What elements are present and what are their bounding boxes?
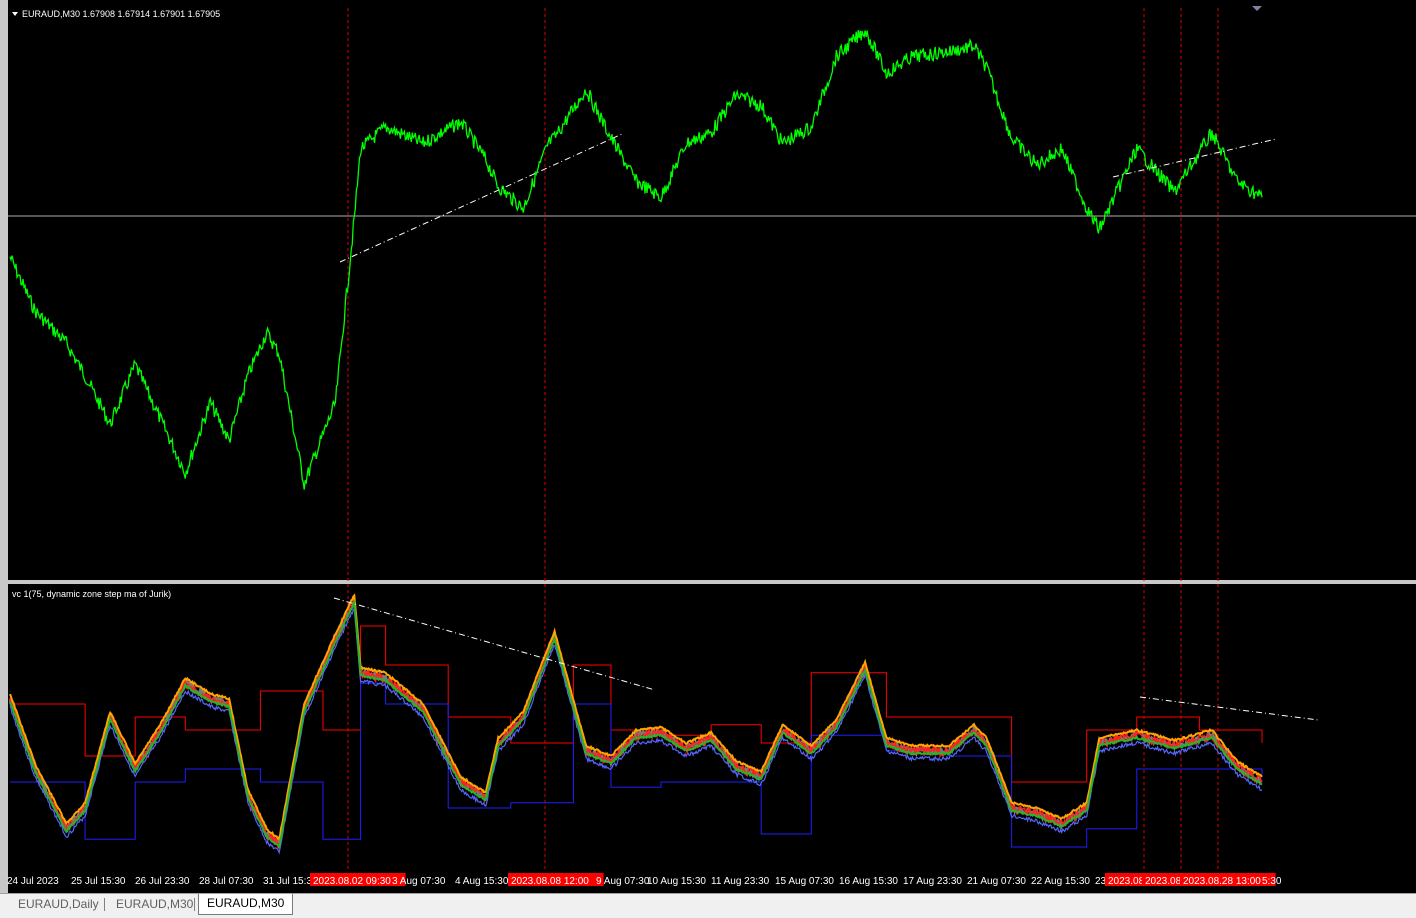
time-tick-label-16: 22 Aug 15:30 bbox=[1031, 876, 1090, 887]
indicator-label: vc 1(75, dynamic zone step ma of Jurik) bbox=[12, 589, 171, 599]
tab-separator bbox=[104, 898, 105, 911]
left-border bbox=[0, 0, 8, 893]
time-tick-label-7: 4 Aug 15:30 bbox=[455, 876, 509, 887]
time-tick-label-10: 10 Aug 15:30 bbox=[647, 876, 706, 887]
time-tick-label-6: 3 Aug 07:30 bbox=[392, 876, 446, 887]
time-tick-label-12: 15 Aug 07:30 bbox=[775, 876, 834, 887]
time-tick-label-0: 24 Jul 2023 bbox=[7, 876, 59, 887]
time-tick-label-17: 23 bbox=[1095, 876, 1107, 887]
time-tick-label-4: 31 Jul 15:30 bbox=[263, 876, 318, 887]
chart-area[interactable]: EURAUD,M30 1.67908 1.67914 1.67901 1.679… bbox=[0, 0, 1416, 893]
tab-euraud-m30-2[interactable]: EURAUD,M30 bbox=[198, 894, 294, 915]
terminal-window: EURAUD,M30 1.67908 1.67914 1.67901 1.679… bbox=[0, 0, 1416, 918]
tab-euraud-m30-1[interactable]: EURAUD,M30 bbox=[108, 895, 201, 914]
chart-tab-bar: EURAUD,Daily EURAUD,M30 EURAUD,M30 bbox=[0, 893, 1416, 918]
main-chart-label: EURAUD,M30 1.67908 1.67914 1.67901 1.679… bbox=[22, 9, 220, 19]
time-tick-label-9: 9 Aug 07:30 bbox=[596, 876, 650, 887]
time-tick-label-5: 2023.08.02 09:30 bbox=[313, 876, 391, 887]
pane-separator bbox=[8, 580, 1416, 584]
time-tick-label-3: 28 Jul 07:30 bbox=[199, 876, 254, 887]
time-tick-label-18: 2023.08 bbox=[1108, 876, 1145, 887]
time-tick-label-21: 5:30 bbox=[1262, 876, 1282, 887]
time-tick-label-20: 2023.08.28 13:00 bbox=[1183, 876, 1261, 887]
time-tick-label-1: 25 Jul 15:30 bbox=[71, 876, 126, 887]
time-tick-label-19: 2023.08 bbox=[1145, 876, 1182, 887]
time-tick-label-14: 17 Aug 23:30 bbox=[903, 876, 962, 887]
time-tick-label-11: 11 Aug 23:30 bbox=[711, 876, 770, 887]
time-tick-label-8: 2023.08.08 12:00 bbox=[511, 876, 589, 887]
time-tick-label-15: 21 Aug 07:30 bbox=[967, 876, 1026, 887]
tab-separator bbox=[194, 898, 195, 911]
time-tick-label-13: 16 Aug 15:30 bbox=[839, 876, 898, 887]
time-tick-label-2: 26 Jul 23:30 bbox=[135, 876, 190, 887]
chart-background bbox=[0, 0, 1416, 893]
tab-euraud-daily[interactable]: EURAUD,Daily bbox=[10, 895, 107, 914]
